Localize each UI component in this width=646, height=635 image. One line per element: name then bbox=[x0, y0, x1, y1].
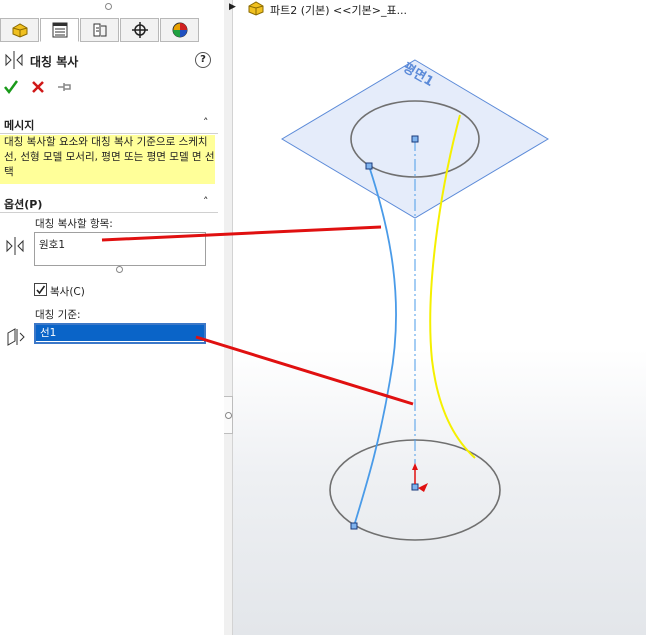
display-manager-icon bbox=[172, 22, 188, 38]
pin-button[interactable] bbox=[56, 79, 72, 95]
feature-title-row: 대칭 복사 ? bbox=[0, 48, 224, 72]
dimxpert-icon bbox=[132, 22, 148, 38]
feature-tree-breadcrumb[interactable]: ▶ 파트2 (기본) <<기본>_표... bbox=[228, 0, 646, 18]
graphics-viewport[interactable] bbox=[233, 0, 646, 635]
copy-checkbox-label[interactable]: 복사(C) bbox=[50, 284, 85, 299]
help-button[interactable]: ? bbox=[195, 52, 211, 68]
options-section-header[interactable]: 옵션(P) ˄ bbox=[0, 193, 224, 213]
chevron-up-icon[interactable]: ˄ bbox=[203, 195, 209, 208]
section-divider bbox=[0, 212, 218, 213]
feature-manager-icon bbox=[12, 23, 28, 38]
entities-to-mirror-icon bbox=[6, 237, 24, 255]
message-section-title: 메시지 bbox=[4, 119, 35, 132]
panel-splitter[interactable] bbox=[224, 0, 233, 635]
list-resize-grip[interactable] bbox=[116, 266, 123, 273]
mirror-icon bbox=[5, 51, 23, 69]
splitter-grip-dot bbox=[225, 412, 232, 419]
mirror-about-icon bbox=[7, 328, 25, 346]
entities-to-mirror-list[interactable]: 원호1 bbox=[34, 232, 206, 266]
entities-to-mirror-label: 대칭 복사할 항목: bbox=[35, 218, 113, 230]
tab-property-manager[interactable] bbox=[40, 18, 79, 42]
configuration-manager-icon bbox=[93, 23, 107, 37]
part-icon bbox=[248, 1, 264, 16]
manager-tabs bbox=[0, 18, 200, 42]
copy-checkbox[interactable] bbox=[34, 283, 47, 296]
ok-button[interactable] bbox=[3, 79, 19, 95]
cancel-button[interactable] bbox=[30, 79, 46, 95]
message-section-header[interactable]: 메시지 ˄ bbox=[0, 114, 224, 134]
tab-dimxpert-manager[interactable] bbox=[120, 18, 159, 42]
mirror-about-field[interactable]: 선1 bbox=[34, 323, 206, 344]
feature-title: 대칭 복사 bbox=[30, 55, 79, 69]
section-divider bbox=[0, 133, 218, 134]
property-manager-panel: 대칭 복사 ? 메시지 ˄ 대칭 복사할 요소와 대칭 복사 기준으로 스케치 … bbox=[0, 0, 225, 635]
tab-display-manager[interactable] bbox=[160, 18, 199, 42]
check-icon bbox=[36, 285, 46, 295]
panel-top-grip[interactable] bbox=[105, 3, 112, 10]
part-name[interactable]: 파트2 (기본) <<기본>_표... bbox=[270, 2, 407, 18]
mirror-about-label: 대칭 기준: bbox=[35, 309, 81, 321]
splitter-handle[interactable] bbox=[224, 396, 233, 434]
options-section-title: 옵션(P) bbox=[4, 198, 43, 211]
message-text: 대칭 복사할 요소와 대칭 복사 기준으로 스케치 선, 선형 모델 모서리, … bbox=[0, 135, 215, 184]
tab-configuration-manager[interactable] bbox=[80, 18, 119, 42]
list-item[interactable]: 원호1 bbox=[39, 237, 65, 252]
chevron-up-icon[interactable]: ˄ bbox=[203, 116, 209, 129]
expand-arrow-icon[interactable]: ▶ bbox=[229, 2, 236, 12]
list-item-selected[interactable]: 선1 bbox=[36, 325, 204, 341]
action-buttons bbox=[0, 78, 100, 98]
property-manager-icon bbox=[52, 22, 68, 38]
tab-feature-manager[interactable] bbox=[0, 18, 39, 42]
